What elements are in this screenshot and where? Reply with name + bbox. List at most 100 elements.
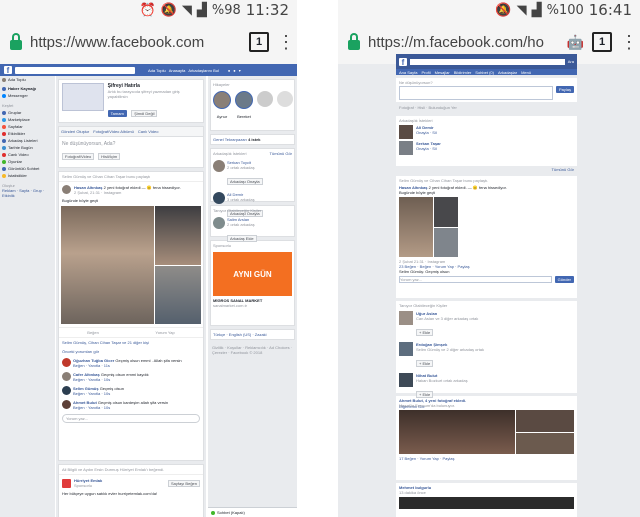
avatar[interactable] [399, 373, 413, 387]
chat-bar[interactable]: Sohbet (Kapalı) [208, 507, 297, 517]
language-links[interactable]: Türkçe · English (US) · Zazaki [210, 329, 295, 340]
post-photo[interactable] [399, 497, 574, 509]
nav-messages[interactable]: Mesajlar [435, 70, 450, 75]
tab-photo-album[interactable]: Fotoğraf/Video Albümü [93, 129, 134, 134]
story[interactable] [277, 91, 293, 119]
avatar[interactable] [399, 311, 413, 325]
comment-input[interactable]: Yorum yaz... [399, 276, 552, 283]
create-links[interactable]: Reklam · Sayfa · Grup · Etkinlik [0, 188, 55, 198]
avatar[interactable] [399, 342, 413, 356]
photo-small[interactable] [516, 410, 574, 432]
add-friend-button[interactable]: + Ekle [416, 360, 434, 367]
avatar[interactable] [62, 185, 71, 194]
likes-summary[interactable]: Selim Gümüş, Cihan Cihan Taşar ve 21 diğ… [59, 338, 203, 347]
request-actions[interactable]: Onayla · Sil [416, 146, 441, 151]
nav-pages[interactable]: Sayfalar [0, 123, 55, 130]
see-all-link[interactable]: Tümünü Gör [270, 151, 292, 156]
add-friend-button[interactable]: Arkadaş Ekle [227, 235, 257, 242]
tab-switcher-button[interactable]: 1 [592, 32, 612, 52]
not-now-button[interactable]: Şimdi Değil [131, 110, 158, 117]
nav-games[interactable]: Oyunlar [0, 158, 55, 165]
nav-events[interactable]: Etkinlikler [0, 130, 55, 137]
avatar[interactable] [62, 372, 71, 381]
add-friend-button[interactable]: + Ekle [416, 391, 434, 398]
photo-iv-drip[interactable] [61, 206, 154, 324]
ad-url[interactable]: sanalmarket.com.tr [211, 303, 294, 308]
photo-bed[interactable] [154, 265, 201, 324]
avatar[interactable] [62, 400, 71, 409]
feeling-button[interactable]: Hisli/İçim [98, 153, 121, 160]
search-button[interactable]: Ara [568, 59, 574, 64]
tab-switcher-button[interactable]: 1 [249, 32, 269, 52]
ad-image[interactable]: AYNI GÜN [213, 252, 292, 296]
facebook-logo-icon[interactable]: f [4, 66, 12, 75]
notifications-icon[interactable]: ● [228, 68, 230, 73]
like-button[interactable]: Beğen [87, 330, 99, 335]
request-actions[interactable]: Onayla · Sil [416, 130, 437, 135]
nav-notifications[interactable]: Bildirimler [454, 70, 472, 75]
nav-insights[interactable]: İstatistikler [0, 172, 55, 179]
overflow-menu-icon[interactable]: ⋮ [620, 32, 638, 53]
comment-input[interactable]: Yorum yaz... [62, 414, 200, 423]
story[interactable]: Aynur [213, 91, 231, 119]
composer-input[interactable] [399, 86, 553, 100]
tab-create-post[interactable]: Gönderi Oluştur [61, 129, 89, 134]
nav-profile[interactable]: Profil [421, 70, 430, 75]
footer-links[interactable]: Gizlilik · Koşullar · Reklamcılık · Ad C… [208, 343, 297, 357]
avatar[interactable] [399, 141, 413, 155]
photo-video-button[interactable]: Fotoğraf/Video [62, 153, 95, 160]
photo-iv-drip[interactable] [399, 197, 433, 257]
ok-button[interactable]: Tamam [107, 110, 127, 117]
overflow-menu-icon[interactable]: ⋮ [277, 32, 295, 53]
nav-menu[interactable]: Menü [521, 70, 531, 75]
android-icon[interactable]: 🤖 [567, 34, 584, 51]
send-comment-button[interactable]: Gönder [554, 276, 574, 283]
nav-on-this-day[interactable]: Tarihte Bugün [0, 144, 55, 151]
share-button[interactable]: Paylaş [555, 86, 574, 93]
messages-icon[interactable]: ● [233, 68, 235, 73]
confirm-friend-button[interactable]: Arkadaşı Onayla [227, 178, 263, 185]
avatar[interactable] [213, 217, 225, 229]
comment-actions[interactable]: Beğen · Yanıtla · 11s [73, 363, 182, 368]
add-friend-button[interactable]: + Ekle [416, 329, 434, 336]
post-photos[interactable] [399, 197, 574, 257]
nav-friend-lists[interactable]: Arkadaş Listeleri [0, 137, 55, 144]
post-actions[interactable]: 17 Beğen · Yorum Yap · Paylaş [399, 456, 574, 461]
url-text[interactable]: https://m.facebook.com/ho [368, 34, 559, 51]
photo-hand[interactable] [154, 206, 201, 265]
settings-icon[interactable]: ▾ [239, 68, 241, 73]
nav-news-feed[interactable]: Haber Kaynağı [0, 85, 55, 92]
find-friends-link[interactable]: Arkadaşlarını Bul [188, 68, 218, 73]
nav-messenger[interactable]: Messenger [0, 92, 55, 99]
see-all-requests-link[interactable]: Tümünü Gör [396, 166, 577, 173]
photo-group[interactable] [399, 410, 515, 454]
previous-comments-link[interactable]: Önceki yorumları gör [59, 347, 203, 356]
nav-groups[interactable]: Gruplar [0, 109, 55, 116]
photo-small[interactable] [516, 432, 574, 454]
profile-link[interactable]: Ada Toplu [148, 68, 166, 73]
nav-chat[interactable]: Sohbet (0) [475, 70, 494, 75]
like-page-button[interactable]: Sayfayı Beğen [167, 479, 200, 487]
post-photos[interactable] [61, 206, 201, 324]
photo-bed[interactable] [434, 227, 458, 257]
comment-actions[interactable]: Beğen · Yanıtla · 10s [73, 391, 124, 396]
facebook-logo-icon[interactable]: f [399, 57, 407, 67]
story[interactable] [257, 91, 273, 119]
page-invites[interactable]: Genel Tekrarpazarı 4 istek [210, 134, 295, 145]
avatar[interactable] [213, 160, 225, 172]
nav-live-video[interactable]: Canlı Video [0, 151, 55, 158]
composer-input[interactable]: Ne düşünüyorsun, Ada? [59, 137, 203, 151]
hurriyet-emlak-logo[interactable] [62, 478, 71, 488]
comment-actions[interactable]: Beğen · Yanıtla · 10s [73, 377, 149, 382]
nav-home[interactable]: Ana Sayfa [399, 70, 417, 75]
browser-address-bar[interactable]: https://www.facebook.com 1 ⋮ [0, 20, 297, 64]
story[interactable]: Bereket [235, 91, 253, 119]
post-photos[interactable] [399, 410, 574, 454]
comment-actions[interactable]: Beğen · Yanıtla · 10s [73, 405, 168, 410]
nav-friends[interactable]: Arkadaşlar [498, 70, 517, 75]
url-text[interactable]: https://www.facebook.com [30, 34, 241, 51]
avatar[interactable] [399, 125, 413, 139]
avatar[interactable] [62, 386, 71, 395]
nav-marketplace[interactable]: Marketplace [0, 116, 55, 123]
comment-button[interactable]: Yorum Yap [155, 330, 174, 335]
